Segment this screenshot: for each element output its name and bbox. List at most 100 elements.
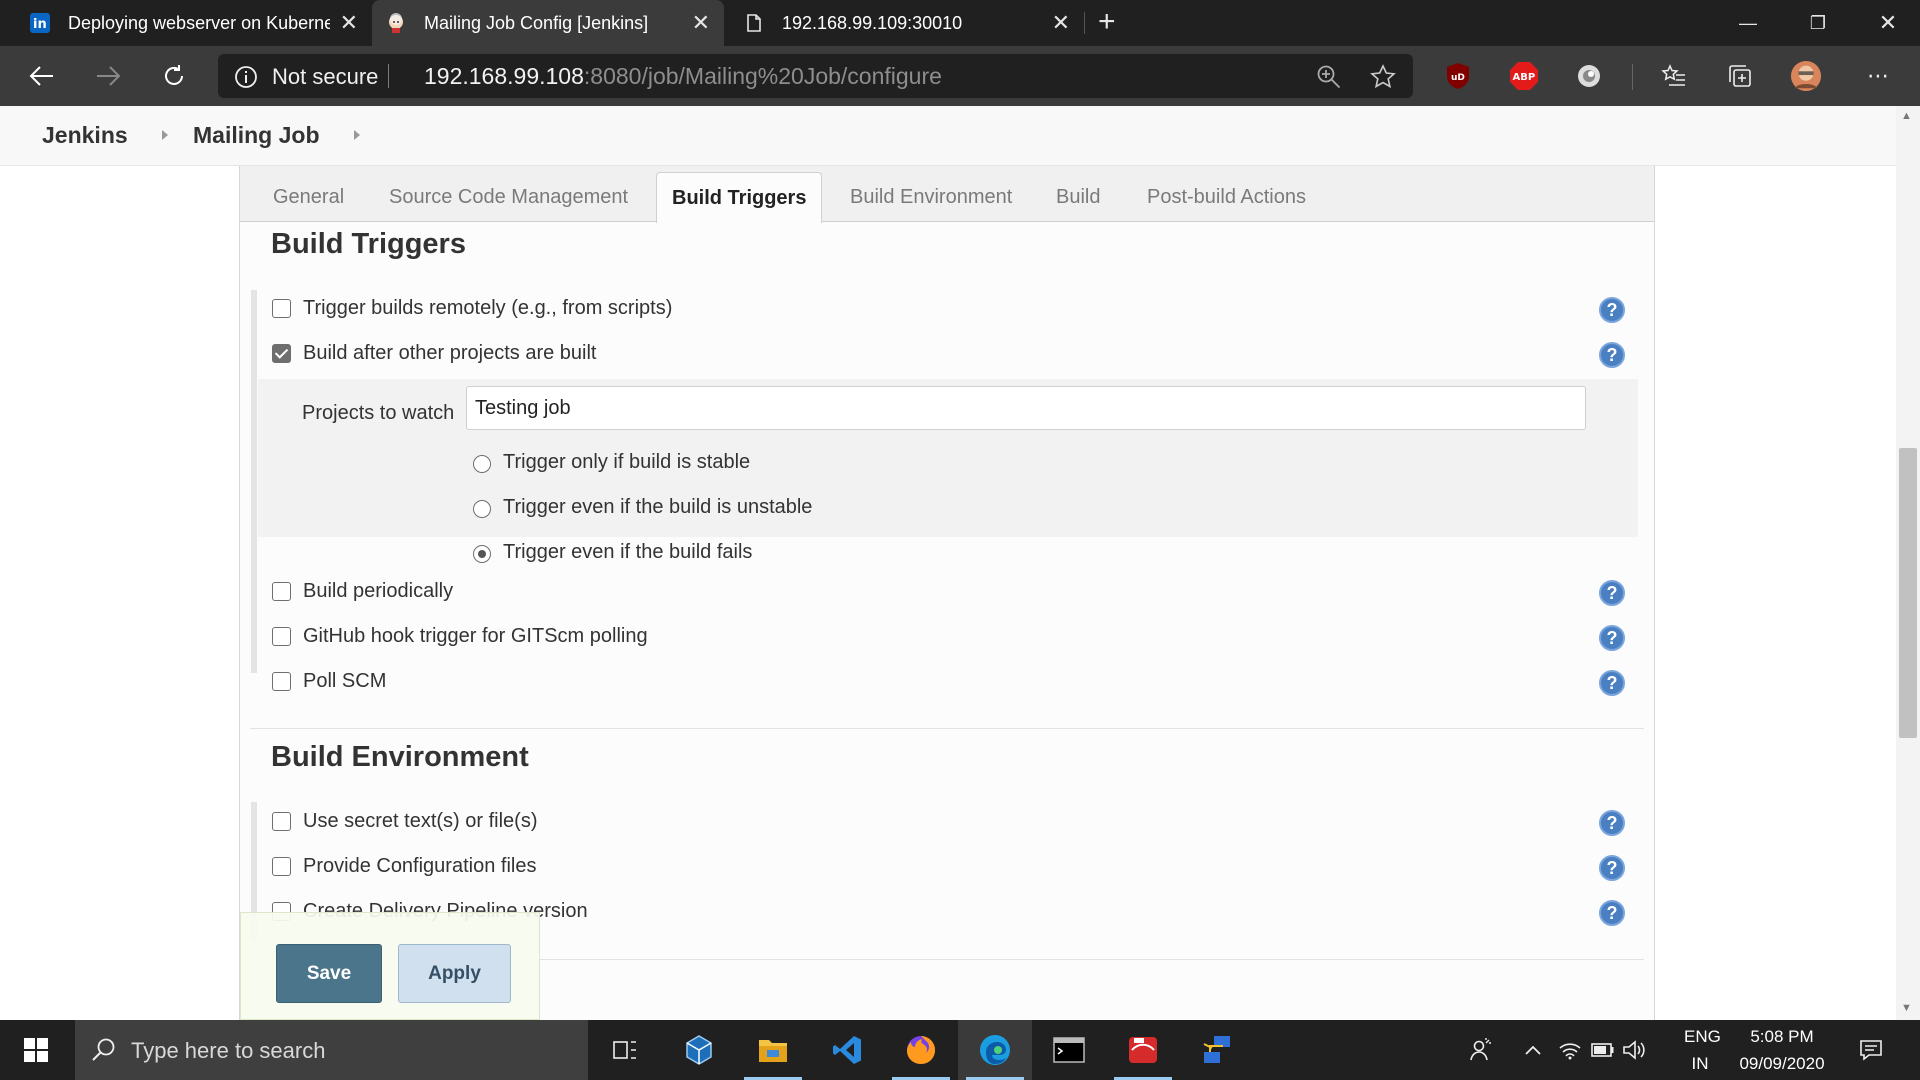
breadcrumb-arrow-icon[interactable] (162, 130, 168, 140)
battery-icon[interactable] (1586, 1020, 1618, 1080)
back-icon[interactable] (26, 60, 58, 92)
poll-scm-option[interactable]: Poll SCM (272, 666, 386, 696)
help-icon[interactable]: ? (1599, 670, 1625, 696)
tab-build-triggers[interactable]: Build Triggers (656, 172, 823, 223)
trigger-remote-option[interactable]: Trigger builds remotely (e.g., from scri… (272, 293, 672, 323)
url-text[interactable]: 192.168.99.108:8080/job/Mailing%20Job/co… (424, 63, 942, 90)
radio-label: Trigger only if build is stable (503, 450, 751, 473)
edge-icon[interactable] (958, 1020, 1032, 1080)
radio-option[interactable]: Trigger even if the build is unstable (473, 492, 812, 522)
adblock-plus-icon[interactable]: ABP (1508, 60, 1540, 92)
option-label: Build after other projects are built (303, 341, 597, 364)
breadcrumb-mailing-job[interactable]: Mailing Job (193, 122, 320, 149)
github-hook-option[interactable]: GitHub hook trigger for GITScm polling (272, 621, 648, 651)
security-label: Not secure (272, 64, 379, 89)
provide-config-files-option[interactable]: Provide Configuration files (272, 851, 536, 881)
windows-start-icon[interactable] (0, 1020, 72, 1080)
restore-icon[interactable]: ❐ (1783, 0, 1853, 46)
breadcrumb: Jenkins Mailing Job (0, 106, 1896, 166)
help-icon[interactable]: ? (1599, 900, 1625, 926)
trigger-stable-radio[interactable] (473, 455, 491, 473)
app-red-icon[interactable] (1106, 1020, 1180, 1080)
info-icon[interactable] (234, 65, 258, 89)
tab-title: Deploying webserver on Kuberne (68, 12, 330, 33)
favorites-list-icon[interactable] (1658, 60, 1690, 92)
profile-avatar[interactable] (1790, 60, 1822, 92)
help-icon[interactable]: ? (1599, 810, 1625, 836)
help-icon[interactable]: ? (1599, 625, 1625, 651)
svg-text:ABP: ABP (1513, 72, 1536, 83)
help-icon[interactable]: ? (1599, 580, 1625, 606)
job-config-form: General Source Code Management Build Tri… (239, 166, 1655, 1020)
github-hook-checkbox[interactable] (272, 626, 291, 646)
close-icon[interactable]: ✕ (692, 10, 710, 36)
forward-icon[interactable] (92, 60, 124, 92)
scrollbar-thumb[interactable] (1899, 448, 1917, 738)
build-periodically-checkbox[interactable] (272, 581, 291, 601)
volume-icon[interactable] (1618, 1020, 1650, 1080)
zoom-icon[interactable] (1316, 64, 1342, 90)
wifi-icon[interactable] (1554, 1020, 1586, 1080)
collections-icon[interactable] (1724, 60, 1756, 92)
close-icon[interactable]: ✕ (340, 10, 358, 36)
trigger-fails-radio[interactable] (473, 545, 491, 563)
use-secret-option[interactable]: Use secret text(s) or file(s) (272, 806, 537, 836)
new-tab-icon[interactable]: + (1098, 5, 1116, 39)
region-indicator[interactable]: IN (1684, 1054, 1716, 1074)
page-scrollbar[interactable]: ▲ ▼ (1896, 106, 1920, 1020)
help-icon[interactable]: ? (1599, 342, 1625, 368)
provide-config-files-checkbox[interactable] (272, 856, 291, 876)
breadcrumb-jenkins[interactable]: Jenkins (42, 122, 128, 149)
help-icon[interactable]: ? (1599, 855, 1625, 881)
scroll-up-icon[interactable]: ▲ (1901, 110, 1912, 122)
virtualbox-icon[interactable] (662, 1020, 736, 1080)
scroll-down-icon[interactable]: ▼ (1901, 1002, 1912, 1014)
projects-to-watch-input[interactable] (466, 386, 1586, 430)
radio-option[interactable]: Trigger only if build is stable (473, 447, 750, 477)
favorite-star-icon[interactable] (1370, 64, 1396, 90)
breadcrumb-arrow-icon[interactable] (354, 130, 360, 140)
browser-tab-jenkins[interactable]: Mailing Job Config [Jenkins] ✕ (372, 0, 724, 46)
extension-circle-icon[interactable] (1573, 60, 1605, 92)
firefox-icon[interactable] (884, 1020, 958, 1080)
browser-tab-linkedin[interactable]: in Deploying webserver on Kuberne ✕ (0, 0, 372, 46)
trigger-unstable-radio[interactable] (473, 500, 491, 518)
language-indicator[interactable]: ENG (1684, 1027, 1721, 1047)
build-after-other-projects-checkbox[interactable] (272, 343, 291, 363)
radio-option[interactable]: Trigger even if the build fails (473, 537, 752, 567)
vscode-icon[interactable] (810, 1020, 884, 1080)
tab-general[interactable]: General (273, 186, 344, 209)
build-after-other-projects-option[interactable]: Build after other projects are built (272, 338, 597, 368)
poll-scm-checkbox[interactable] (272, 671, 291, 691)
option-label: Build periodically (303, 579, 454, 602)
terminal-icon[interactable] (1032, 1020, 1106, 1080)
notifications-icon[interactable] (1846, 1020, 1896, 1080)
task-view-icon[interactable] (588, 1020, 662, 1080)
window-close-icon[interactable]: ✕ (1853, 0, 1920, 46)
trigger-remote-checkbox[interactable] (272, 298, 291, 318)
file-explorer-icon[interactable] (736, 1020, 810, 1080)
tab-post-build-actions[interactable]: Post-build Actions (1147, 186, 1306, 209)
build-periodically-option[interactable]: Build periodically (272, 576, 453, 606)
tab-source-code-management[interactable]: Source Code Management (389, 186, 628, 209)
network-app-icon[interactable] (1180, 1020, 1254, 1080)
tab-build[interactable]: Build (1056, 186, 1100, 209)
tab-build-environment[interactable]: Build Environment (850, 186, 1012, 209)
clock-time[interactable]: 5:08 PM (1732, 1027, 1832, 1047)
minimize-icon[interactable]: — (1713, 0, 1783, 46)
clock-date[interactable]: 09/09/2020 (1732, 1054, 1832, 1074)
taskbar-search-box[interactable]: Type here to search (75, 1020, 588, 1080)
ublock-icon[interactable]: uD (1442, 60, 1474, 92)
browser-tab-webserver[interactable]: 192.168.99.109:30010 ✕ (724, 0, 1084, 46)
apply-button[interactable]: Apply (398, 944, 511, 1003)
close-icon[interactable]: ✕ (1052, 10, 1070, 36)
address-bar[interactable]: Not secure 192.168.99.108:8080/job/Maili… (218, 54, 1413, 98)
people-icon[interactable] (1456, 1020, 1506, 1080)
use-secret-checkbox[interactable] (272, 811, 291, 831)
more-menu-icon[interactable]: ⋯ (1862, 60, 1894, 92)
save-button[interactable]: Save (276, 944, 382, 1003)
chevron-up-icon[interactable] (1518, 1020, 1548, 1080)
help-icon[interactable]: ? (1599, 297, 1625, 323)
refresh-icon[interactable] (158, 60, 190, 92)
projects-to-watch-label: Projects to watch (302, 402, 455, 424)
